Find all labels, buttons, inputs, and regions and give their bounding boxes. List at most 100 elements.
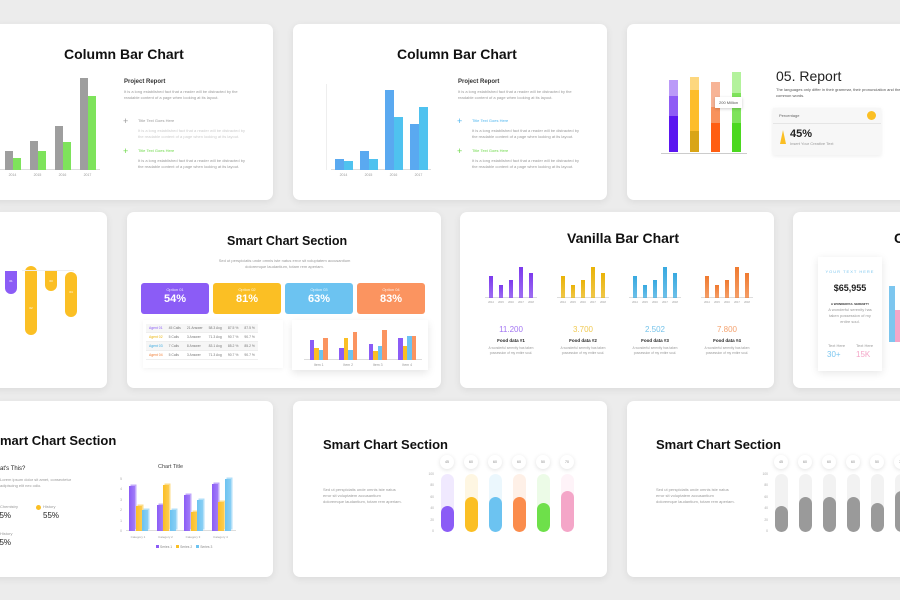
heading: at's This? bbox=[0, 466, 26, 472]
chart-title: Chart Title bbox=[158, 464, 184, 470]
3d-bar-chart: 0 1 2 3 4 5 Category 1 Category 2 Category 3 Cate… bbox=[120, 477, 236, 539]
slide-smart-pills[interactable]: Smart Chart Section Sed ut perspiciatis … bbox=[293, 401, 607, 577]
slide-title: Smart Chart Section bbox=[323, 437, 448, 452]
y-tick-label: 100 bbox=[428, 471, 434, 476]
stat-label: Chemistry bbox=[0, 504, 19, 509]
table-cell: 45 Calls bbox=[165, 324, 184, 333]
slide-title: Vanilla Bar Chart bbox=[567, 230, 680, 246]
bar bbox=[359, 150, 369, 170]
table-cell: 90.7 % bbox=[224, 332, 242, 342]
item-title: Title Text Goes Here bbox=[138, 148, 175, 153]
slide-pill-bars[interactable]: 01 02 03 04 bbox=[0, 212, 107, 388]
value-bubble: 45 bbox=[440, 455, 454, 469]
legend-label: Series 3 bbox=[200, 545, 213, 549]
slide-report[interactable]: 200 Million 05. Report The languages onl… bbox=[627, 24, 900, 200]
slide-column-chart-gray[interactable]: Column Bar Chart 2014 2015 2016 2017 Projec… bbox=[0, 24, 273, 200]
plus-icon: + bbox=[457, 146, 463, 156]
value-bubble: 60 bbox=[488, 455, 502, 469]
table-row: Agent 03 7 Calls 8 Answer 83.1 Avg 85.2 % 85.… bbox=[146, 341, 258, 351]
data-number: 7.800 bbox=[716, 325, 738, 334]
x-tick-label: 2017 bbox=[414, 173, 423, 177]
bar bbox=[142, 510, 148, 531]
pill-chart: 0 20 40 60 80 100 45 60 60 60 50 70 bbox=[762, 455, 900, 533]
pill-track bbox=[871, 474, 884, 532]
slide-title: Smart Chart Section bbox=[227, 234, 348, 248]
data-label: Food data #1 bbox=[497, 338, 525, 343]
bar bbox=[663, 266, 667, 298]
bar bbox=[368, 158, 378, 170]
slide-vanilla-bar-chart[interactable]: Vanilla Bar Chart 2014 2015 2016 2017 2018 11… bbox=[460, 212, 774, 388]
bar bbox=[4, 150, 13, 170]
bar bbox=[54, 126, 63, 170]
bar bbox=[673, 273, 677, 298]
bar-chart: 2014 2015 2016 2017 2018 bbox=[485, 262, 537, 304]
y-tick-label: 60 bbox=[764, 494, 768, 499]
bar bbox=[529, 273, 533, 298]
bar bbox=[352, 332, 358, 360]
table-cell: 87.5 % bbox=[241, 324, 258, 333]
pill-fill bbox=[895, 491, 900, 532]
heading: Project Report bbox=[124, 79, 166, 85]
y-tick-label: 20 bbox=[430, 517, 434, 522]
bar bbox=[601, 273, 605, 298]
percentage-value: 45% bbox=[790, 128, 813, 140]
x-tick-label: Item 4 bbox=[402, 363, 413, 367]
stat-value: 30+ bbox=[827, 350, 841, 359]
bar bbox=[218, 501, 224, 531]
stack-segment bbox=[690, 131, 699, 152]
x-tick-label: 2017 bbox=[83, 173, 92, 177]
bar bbox=[561, 275, 565, 298]
stack-segment bbox=[711, 123, 720, 152]
tooltip: 200 Million bbox=[715, 97, 743, 108]
description: It is a long established fact that a rea… bbox=[124, 89, 238, 100]
legend: Series 1 Series 2 Series 3 bbox=[152, 545, 212, 549]
y-tick-label: 0 bbox=[432, 529, 434, 533]
bar-chart: 2014 2015 2016 2017 2018 bbox=[629, 262, 681, 304]
x-tick-label: 2018 bbox=[744, 301, 750, 304]
slide-smart-chart-3d[interactable]: mart Chart Section at's This? Lorem ipsu… bbox=[0, 401, 273, 577]
value-bubble: 50 bbox=[536, 455, 550, 469]
y-tick-label: 0 bbox=[120, 529, 122, 533]
stat-value: 55% bbox=[0, 511, 12, 520]
table-cell: 71.3 Avg bbox=[205, 350, 225, 360]
bar bbox=[715, 284, 719, 298]
data-label: Food data #4 bbox=[713, 338, 741, 343]
slide-smart-chart[interactable]: Smart Chart Section Sed ut perspiciatis … bbox=[127, 212, 441, 388]
table-row: Agent 04 5 Calls 3 Answer 71.3 Avg 90.7 % 90.… bbox=[146, 350, 258, 360]
heading: Project Report bbox=[458, 79, 500, 85]
pill-track bbox=[513, 474, 526, 532]
card-label: Percentage bbox=[779, 113, 800, 118]
column-chart: 2014 2015 2016 2017 bbox=[0, 74, 100, 177]
pill-chart: 0 20 40 60 80 100 45 60 60 60 50 70 bbox=[428, 455, 588, 533]
eyebrow: YOUR TEXT HERE bbox=[825, 269, 875, 274]
pill-bar: 03 bbox=[45, 271, 57, 291]
bar bbox=[895, 310, 900, 342]
table-cell: Agent 02 bbox=[146, 332, 166, 342]
stat-label: Text Here bbox=[828, 343, 846, 348]
bar bbox=[29, 141, 38, 170]
x-tick-label: Category 4 bbox=[213, 535, 228, 539]
bar bbox=[382, 330, 387, 360]
table-cell: 21 Answer bbox=[183, 324, 206, 333]
pill-bar: 01 bbox=[5, 271, 17, 294]
legend-label: Series 1 bbox=[160, 545, 173, 549]
table-cell: 90.7 % bbox=[241, 350, 258, 360]
grouped-bar-chart: Item 1 Item 2 Item 3 Item 4 bbox=[304, 328, 422, 367]
item-desc: It is a long established fact that a rea… bbox=[138, 128, 245, 139]
x-tick-label: 2015 bbox=[33, 173, 42, 177]
slide-smart-pills-gray[interactable]: Smart Chart Section Sed ut perspiciatis … bbox=[627, 401, 900, 577]
data-desc: A wonderful serenity has taken possessio… bbox=[632, 346, 678, 355]
stat-label: History bbox=[43, 504, 56, 509]
pill-bar: 02 bbox=[25, 266, 37, 335]
slide-title: Smart Chart Section bbox=[656, 437, 781, 452]
bar bbox=[87, 96, 96, 170]
slide-column-chart-blue[interactable]: Column Bar Chart 2014 2015 2016 2017 Projec… bbox=[293, 24, 607, 200]
bar bbox=[334, 158, 344, 170]
stat-value: 15K bbox=[856, 350, 871, 359]
bar bbox=[643, 284, 647, 298]
column-chart: 2014 2015 2016 2017 bbox=[331, 84, 431, 177]
slide-stat-card[interactable]: C YOUR TEXT HERE $65,955 A WONDERFUL SER… bbox=[793, 212, 900, 388]
value-bubble: 60 bbox=[464, 455, 478, 469]
y-tick-label: 3 bbox=[120, 497, 122, 502]
value-bubble: 70 bbox=[894, 455, 900, 469]
